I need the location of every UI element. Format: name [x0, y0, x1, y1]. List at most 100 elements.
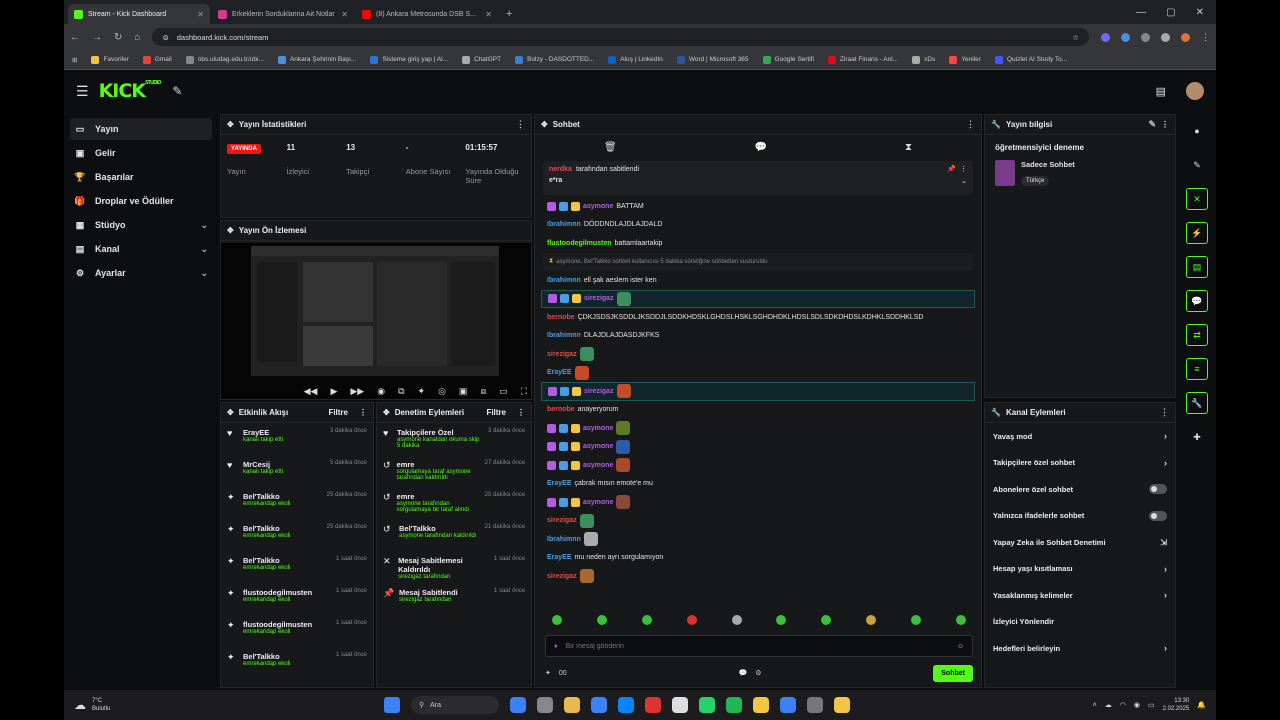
record-icon[interactable]: ◎ — [438, 386, 446, 397]
taskbar-app-icon[interactable] — [699, 697, 715, 713]
move-icon[interactable]: ✥ — [227, 408, 234, 417]
bookmark-item[interactable]: Yeniler — [949, 55, 981, 64]
chat-username[interactable]: ErayEE — [547, 480, 572, 487]
extension-icon[interactable] — [1141, 32, 1150, 42]
chat-username[interactable]: sirezigaz — [547, 573, 577, 580]
toggle-switch[interactable] — [1149, 484, 1167, 495]
chat-message[interactable]: sirezigaz — [535, 345, 981, 364]
chat-message[interactable]: Ibrahimnn — [535, 530, 981, 549]
quick-emote-icon[interactable] — [731, 615, 742, 625]
quick-emote-icon[interactable] — [776, 615, 787, 625]
home-icon[interactable]: ⌂ — [134, 32, 140, 43]
bookmark-item[interactable]: Quizlet AI Study To... — [994, 55, 1067, 64]
chat-username[interactable]: bernobe — [547, 406, 575, 413]
taskbar-app-icon[interactable] — [510, 697, 526, 713]
chat-username[interactable]: sirezigaz — [547, 351, 577, 358]
swap-icon[interactable]: ⇄ — [1186, 324, 1208, 346]
unpin-icon[interactable]: 📌 — [947, 165, 956, 173]
note-icon[interactable]: ▤ — [1186, 256, 1208, 278]
chat-message[interactable]: sirezigaz — [535, 567, 981, 586]
bookmark-item[interactable]: ChatGPT — [462, 55, 501, 64]
maximize-icon[interactable]: ▢ — [1166, 7, 1175, 18]
list-item[interactable]: ✦ Bel'Talkko emrekandap ekoli 1 saat önce — [221, 551, 373, 583]
more-icon[interactable]: ⋮ — [516, 119, 525, 130]
chevron-up-icon[interactable]: ˄ — [1093, 702, 1097, 709]
chat-username[interactable]: sirezigaz — [547, 517, 577, 524]
expand-icon[interactable]: ✕ — [1186, 188, 1208, 210]
quick-emote-icon[interactable] — [865, 615, 876, 625]
sparkle-icon[interactable]: ✦ — [418, 386, 426, 397]
bookmark-item[interactable]: Ziraat Finans - Anl... — [827, 55, 898, 64]
menu-icon[interactable]: ⋮ — [1201, 32, 1210, 42]
chat-message[interactable]: sirezigaz — [541, 382, 975, 401]
send-button[interactable]: Sohbet — [933, 664, 973, 682]
more-icon[interactable]: ⋮ — [966, 119, 975, 130]
move-icon[interactable]: ✥ — [227, 226, 234, 235]
volume-icon[interactable]: ◉ — [1134, 701, 1140, 709]
play-icon[interactable]: ▶ — [330, 386, 337, 397]
chat-username[interactable]: asymone — [583, 499, 613, 506]
bookmark-item[interactable]: Google Sertifi — [762, 55, 814, 64]
bookmark-item[interactable]: Ankara Şehrinin Başı... — [277, 55, 356, 64]
new-tab-button[interactable]: + — [500, 4, 518, 24]
chat-message[interactable]: ErayEE — [535, 364, 981, 383]
list-item[interactable]: ↺ emre sorgulamaya taraf asymone tarafında… — [377, 455, 531, 487]
trash-icon[interactable]: 🗑 — [604, 142, 617, 153]
chat-username[interactable]: asymone — [583, 443, 613, 450]
windows-start-icon[interactable] — [384, 697, 400, 713]
extension-icon[interactable] — [1121, 32, 1130, 42]
minimize-icon[interactable]: — — [1136, 7, 1146, 18]
bolt-icon[interactable]: ⚡ — [1186, 222, 1208, 244]
channel-action-item[interactable]: Abonelere özel sohbet — [985, 476, 1175, 503]
taskbar-app-icon[interactable] — [807, 697, 823, 713]
tab-close-icon[interactable]: ✕ — [197, 10, 204, 19]
taskbar-app-icon[interactable] — [780, 697, 796, 713]
taskbar-app-icon[interactable] — [726, 697, 742, 713]
quick-emote-icon[interactable] — [641, 615, 652, 625]
taskbar-app-icon[interactable] — [753, 697, 769, 713]
pencil-icon[interactable]: ✎ — [1186, 154, 1208, 176]
taskbar-app-icon[interactable] — [537, 697, 553, 713]
weather-widget[interactable]: ☁ 7°C Bulutlu — [74, 697, 110, 713]
puzzle-icon[interactable] — [1161, 32, 1170, 42]
emoji-icon[interactable]: ☺ — [957, 643, 964, 650]
apps-grid-icon[interactable]: ⊞ — [72, 56, 77, 64]
forward-icon[interactable]: ▶▶ — [350, 386, 364, 397]
chat-message[interactable]: asymone — [535, 419, 981, 438]
quick-emote-icon[interactable] — [955, 615, 966, 625]
quick-emote-icon[interactable] — [821, 615, 832, 625]
bookmark-star-icon[interactable]: ☆ — [1072, 33, 1079, 42]
quick-emote-icon[interactable] — [686, 615, 697, 625]
onedrive-icon[interactable]: ☁ — [1105, 701, 1112, 709]
list-item[interactable]: ✦ Bel'Talkko emrekandap ekoli 25 dakika önc… — [221, 519, 373, 551]
chat-message[interactable]: sirezigaz — [541, 289, 975, 308]
bookmark-item[interactable]: Sisteme giriş yap | Al... — [370, 55, 448, 64]
site-info-icon[interactable]: ⊜ — [162, 33, 168, 42]
hamburger-icon[interactable]: ☰ — [76, 83, 89, 100]
quick-emote-icon[interactable] — [552, 615, 563, 625]
gear-icon[interactable]: ⚙ — [755, 669, 761, 677]
avatar[interactable] — [1186, 82, 1204, 100]
move-icon[interactable]: ✥ — [227, 120, 234, 129]
browser-tab[interactable]: Erkeklerin Sorduklarina Ait Notlar ✕ — [212, 4, 354, 24]
list-item[interactable]: ✦ Bel'Talkko emrekandap ekoli 25 dakika önc… — [221, 487, 373, 519]
sidebar-item[interactable]: ▤ Kanal ⌄ — [70, 238, 212, 260]
battery-icon[interactable]: ▭ — [1148, 701, 1155, 709]
chat-input[interactable]: ♦ Bir mesaj gönderin ☺ — [545, 635, 973, 657]
channel-action-item[interactable]: Hesap yaşı kısıtlaması › — [985, 556, 1175, 583]
chat-username[interactable]: sirezigaz — [584, 388, 614, 395]
chat-settings-icon[interactable]: 💬 — [738, 669, 747, 677]
chat-message[interactable]: asymone — [535, 493, 981, 512]
list-item[interactable]: ↺ Bel'Talkko asymone tarafından kaldırıldı… — [377, 519, 531, 551]
list-item[interactable]: ✦ flustoodegilmusten emrekandap ekoli 1 saa… — [221, 583, 373, 615]
chat-username[interactable]: Ibrahimnn — [547, 221, 581, 228]
chat-username[interactable]: sirezigaz — [584, 295, 614, 302]
list-item[interactable]: ✦ Bel'Talkko emrekandap ekoli 1 saat önce — [221, 647, 373, 679]
more-icon[interactable]: ⋮ — [960, 165, 967, 173]
chat-message[interactable]: ErayEE çabrak mısın emote'e mu — [535, 475, 981, 494]
fullscreen-icon[interactable]: ⛶ — [521, 386, 527, 397]
taskbar-app-icon[interactable] — [672, 697, 688, 713]
chat-username[interactable]: ErayEE — [547, 554, 572, 561]
extension-icon[interactable] — [1101, 32, 1110, 42]
chat-message[interactable]: Ibrahimnn DLAJDLAJDASDJKFKS — [535, 327, 981, 346]
